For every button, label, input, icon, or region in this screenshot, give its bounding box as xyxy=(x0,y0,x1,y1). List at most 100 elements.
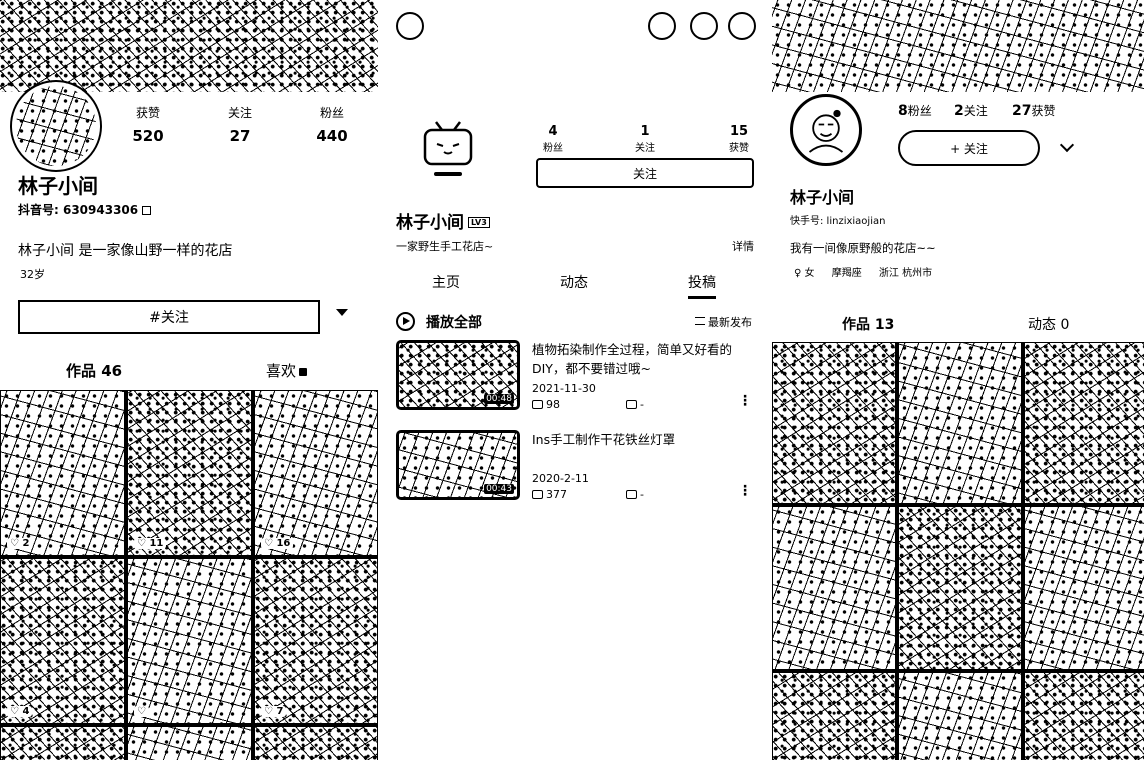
account-id: 抖音号: 630943306 xyxy=(18,201,152,218)
stat-value: 1 xyxy=(640,124,650,139)
tab-home[interactable]: 主页 xyxy=(432,272,460,292)
tv-avatar-icon xyxy=(423,121,473,176)
video-title[interactable]: 植物拓染制作全过程，简单又好看的DIY，都不要错过哦~ xyxy=(532,340,754,378)
copy-icon[interactable] xyxy=(142,206,152,215)
play-all-icon[interactable] xyxy=(396,312,415,331)
stat-label: 关注 xyxy=(635,143,655,154)
tab-dynamic[interactable]: 动态 xyxy=(560,272,588,292)
video-duration: 00:43 xyxy=(484,484,514,494)
dropdown-caret-icon[interactable] xyxy=(336,309,348,316)
work-thumbnail[interactable] xyxy=(1024,672,1144,760)
stat-value: 4 xyxy=(548,124,558,139)
stat-label: 粉丝 xyxy=(319,106,344,120)
work-thumbnail[interactable]: ♡ 2 xyxy=(0,390,125,556)
work-thumbnail[interactable] xyxy=(0,726,125,760)
work-thumbnail[interactable] xyxy=(898,672,1022,760)
like-count: ♡ 16 xyxy=(261,538,294,549)
bilibili-profile-panel: 4 粉丝 1 关注 15 获赞 关注 林子小间 LV3 一家野生手工花店~ 详情 … xyxy=(386,0,766,760)
tab-works[interactable]: 作品 46 xyxy=(66,360,122,381)
like-count-value: 16 xyxy=(276,538,291,549)
search-icon[interactable] xyxy=(648,12,676,40)
stat-likes[interactable]: 获赞 520 xyxy=(128,104,168,145)
detail-link[interactable]: 详情 xyxy=(732,238,754,254)
profile-age: 32岁 xyxy=(20,268,45,281)
play-count-icon xyxy=(532,400,543,409)
stat-likes[interactable]: 15 获赞 xyxy=(724,124,754,154)
stat-value: 520 xyxy=(132,127,164,145)
account-id-text: 抖音号: 630943306 xyxy=(18,203,139,217)
stat-followers[interactable]: 4 粉丝 xyxy=(538,124,568,154)
stat-following[interactable]: 2关注 xyxy=(954,102,988,119)
profile-banner-image xyxy=(0,0,378,92)
sort-button[interactable]: 最新发布 xyxy=(695,314,752,330)
work-thumbnail[interactable] xyxy=(898,342,1022,504)
work-thumbnail[interactable]: ♡ 4 xyxy=(0,558,125,724)
stat-label: 关注 xyxy=(227,106,252,120)
like-count-value: 11 xyxy=(149,538,164,549)
video-date: 2021-11-30 xyxy=(532,382,596,395)
video-more-icon[interactable]: ⋮ xyxy=(738,394,752,408)
video-thumbnail[interactable]: 00:43 xyxy=(396,430,520,500)
follow-button[interactable]: #关注 xyxy=(18,300,320,334)
video-duration: 00:48 xyxy=(484,394,514,404)
chevron-down-icon[interactable] xyxy=(1059,137,1075,153)
profile-bio: 林子小间 是一家像山野一样的花店 xyxy=(18,243,233,259)
avatar[interactable] xyxy=(790,94,862,166)
tab-dynamic[interactable]: 动态 0 xyxy=(1028,314,1069,334)
stat-value: 15 xyxy=(729,124,749,139)
work-thumbnail[interactable]: ♡ 16 xyxy=(254,390,378,556)
comment-count: - xyxy=(640,398,644,411)
play-all-button[interactable]: 播放全部 xyxy=(426,312,482,332)
tab-label: 喜欢 xyxy=(266,362,297,380)
stat-label: 粉丝 xyxy=(907,104,932,118)
stat-followers[interactable]: 粉丝 440 xyxy=(312,104,352,145)
stat-followers[interactable]: 8粉丝 xyxy=(898,102,932,119)
share-icon[interactable] xyxy=(690,12,718,40)
follow-button[interactable]: + 关注 xyxy=(898,130,1040,166)
tag-location: 浙江 杭州市 xyxy=(878,268,933,279)
video-title[interactable]: Ins手工制作干花铁丝灯罩 xyxy=(532,430,754,449)
sort-label: 最新发布 xyxy=(708,316,752,329)
work-thumbnail[interactable] xyxy=(254,726,378,760)
play-count-icon xyxy=(532,490,543,499)
like-count-value: 7 xyxy=(276,706,284,717)
work-thumbnail[interactable] xyxy=(772,342,896,504)
more-icon[interactable] xyxy=(728,12,756,40)
tab-uploads[interactable]: 投稿 xyxy=(688,272,716,299)
stat-following[interactable]: 关注 27 xyxy=(220,104,260,145)
profile-bio: 我有一间像原野般的花店~~ xyxy=(790,241,936,255)
tab-works[interactable]: 作品 13 xyxy=(842,314,894,334)
work-thumbnail[interactable]: ♡ 11 xyxy=(127,390,252,556)
tab-liked[interactable]: 喜欢 xyxy=(266,360,308,381)
video-more-icon[interactable]: ⋮ xyxy=(738,484,752,498)
stat-value: 8 xyxy=(898,103,908,119)
follow-button[interactable]: 关注 xyxy=(536,158,754,188)
tab-label: 作品 46 xyxy=(66,362,123,380)
stat-value: 2 xyxy=(954,103,964,119)
like-count: ♡ xyxy=(134,706,149,717)
work-thumbnail[interactable] xyxy=(772,506,896,670)
video-comments: - xyxy=(626,488,644,501)
profile-tags: ♀ 女 摩羯座 浙江 杭州市 xyxy=(794,264,946,279)
profile-name: 林子小间 xyxy=(790,188,855,207)
work-thumbnail[interactable] xyxy=(898,506,1022,670)
work-thumbnail[interactable] xyxy=(127,726,252,760)
profile-name-text: 林子小间 xyxy=(396,213,464,233)
work-thumbnail[interactable]: ♡ 7 xyxy=(254,558,378,724)
work-thumbnail[interactable] xyxy=(1024,506,1144,670)
stat-following[interactable]: 1 关注 xyxy=(630,124,660,154)
work-thumbnail[interactable]: ♡ xyxy=(127,558,252,724)
sort-icon xyxy=(695,317,705,325)
video-plays: 377 xyxy=(532,488,567,501)
video-thumbnail[interactable]: 00:48 xyxy=(396,340,520,410)
like-count-value: 4 xyxy=(22,706,30,717)
work-thumbnail[interactable] xyxy=(1024,342,1144,504)
level-badge: LV3 xyxy=(468,217,490,228)
back-icon[interactable] xyxy=(396,12,424,40)
profile-sign: 一家野生手工花店~ xyxy=(396,240,494,253)
work-thumbnail[interactable] xyxy=(772,672,896,760)
stat-value: 27 xyxy=(1012,103,1032,119)
works-grid xyxy=(772,342,1144,760)
avatar[interactable] xyxy=(10,80,102,172)
stat-likes[interactable]: 27获赞 xyxy=(1012,102,1056,119)
